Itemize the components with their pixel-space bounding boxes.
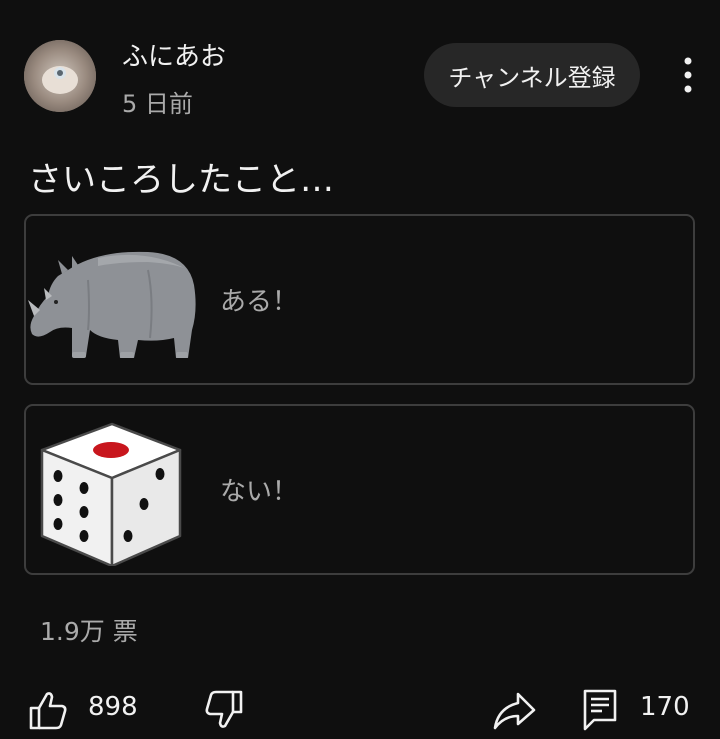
poll-option-label: ない！ [220,477,299,507]
dice-illustration [28,420,204,568]
avatar[interactable] [24,40,96,112]
thumbs-down-icon[interactable] [204,688,244,732]
share-icon[interactable] [492,688,536,732]
vote-count: 1.9万 票 [40,617,138,646]
channel-name[interactable]: ふにあお [122,36,226,73]
subscribe-button[interactable]: チャンネル登録 [424,43,640,107]
poll-option-1[interactable]: ある！ [24,214,695,385]
thumbs-up-icon[interactable] [28,688,68,732]
comment-icon[interactable] [582,688,618,732]
rhinoceros-illustration [28,230,204,370]
more-vert-icon[interactable] [672,55,704,95]
poll-option-label: ある！ [220,287,299,317]
poll-option-2[interactable]: ない！ [24,404,695,575]
like-count: 898 [88,692,138,722]
comment-count[interactable]: 170 [640,692,690,722]
post-time: 5 日前 [122,90,193,118]
poll-question: さいころしたこと… [28,160,334,200]
